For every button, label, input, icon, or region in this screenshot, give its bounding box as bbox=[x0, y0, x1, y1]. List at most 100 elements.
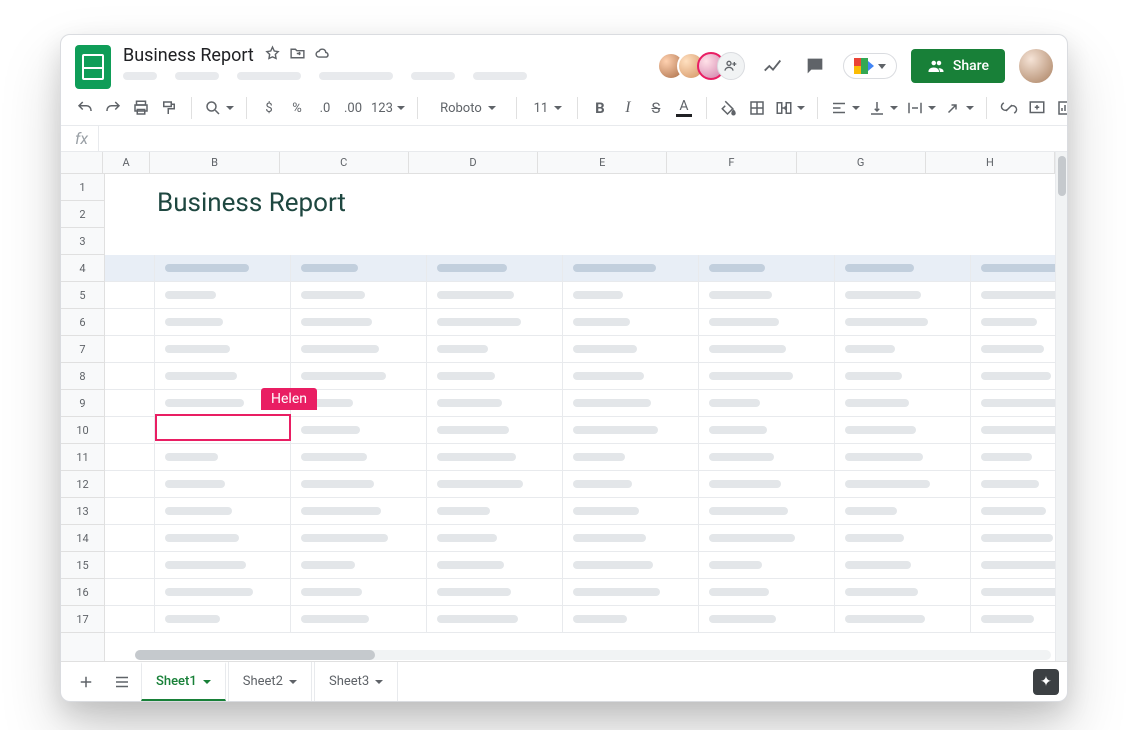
cell[interactable] bbox=[835, 282, 971, 308]
all-sheets-button[interactable] bbox=[105, 665, 139, 699]
cell[interactable] bbox=[105, 201, 155, 227]
cell[interactable] bbox=[291, 336, 427, 362]
cell[interactable] bbox=[291, 606, 427, 632]
cell[interactable] bbox=[563, 579, 699, 605]
cell[interactable] bbox=[699, 579, 835, 605]
cell[interactable] bbox=[427, 363, 563, 389]
text-wrap-dropdown[interactable] bbox=[904, 95, 938, 121]
cell[interactable] bbox=[155, 255, 291, 281]
cell[interactable] bbox=[105, 471, 155, 497]
cell[interactable] bbox=[699, 309, 835, 335]
cell[interactable] bbox=[563, 309, 699, 335]
meet-button[interactable] bbox=[843, 53, 897, 79]
cell[interactable] bbox=[971, 363, 1055, 389]
cell[interactable] bbox=[427, 444, 563, 470]
cell[interactable] bbox=[155, 309, 291, 335]
move-folder-icon[interactable] bbox=[289, 45, 306, 66]
cell[interactable] bbox=[971, 444, 1055, 470]
cell[interactable] bbox=[835, 498, 971, 524]
cell[interactable] bbox=[971, 336, 1055, 362]
cell[interactable] bbox=[699, 255, 835, 281]
font-family-dropdown[interactable]: Roboto bbox=[428, 95, 506, 121]
cell[interactable] bbox=[155, 525, 291, 551]
cell[interactable] bbox=[105, 606, 155, 632]
borders-icon[interactable] bbox=[745, 95, 769, 121]
insert-link-icon[interactable] bbox=[997, 95, 1021, 121]
cell[interactable] bbox=[971, 282, 1055, 308]
number-format-dropdown[interactable]: 123 bbox=[369, 95, 407, 121]
cell[interactable] bbox=[105, 282, 155, 308]
cell[interactable] bbox=[971, 417, 1055, 443]
comments-icon[interactable] bbox=[801, 52, 829, 80]
cell[interactable] bbox=[699, 201, 835, 227]
cell[interactable] bbox=[835, 552, 971, 578]
cell[interactable] bbox=[835, 390, 971, 416]
cell[interactable] bbox=[105, 579, 155, 605]
column-header[interactable]: A bbox=[103, 152, 151, 173]
cell[interactable] bbox=[699, 174, 835, 200]
cell[interactable] bbox=[971, 606, 1055, 632]
row-header[interactable]: 13 bbox=[61, 498, 104, 525]
cell[interactable] bbox=[835, 363, 971, 389]
account-avatar[interactable] bbox=[1019, 49, 1053, 83]
cell[interactable] bbox=[971, 255, 1055, 281]
column-header[interactable]: E bbox=[538, 152, 667, 173]
cell[interactable] bbox=[699, 552, 835, 578]
cell[interactable] bbox=[563, 282, 699, 308]
sheet-tab[interactable]: Sheet3 bbox=[314, 662, 398, 701]
vertical-align-dropdown[interactable] bbox=[866, 95, 900, 121]
cell[interactable] bbox=[427, 579, 563, 605]
paint-format-icon[interactable] bbox=[157, 95, 181, 121]
cell[interactable] bbox=[563, 255, 699, 281]
cell[interactable] bbox=[699, 471, 835, 497]
insert-chart-icon[interactable] bbox=[1053, 95, 1067, 121]
avatar-more-icon[interactable] bbox=[717, 52, 745, 80]
cell[interactable] bbox=[155, 174, 291, 200]
horizontal-align-dropdown[interactable] bbox=[828, 95, 862, 121]
horizontal-scrollbar[interactable] bbox=[105, 649, 1055, 661]
cell[interactable] bbox=[105, 363, 155, 389]
cell[interactable] bbox=[699, 390, 835, 416]
cell[interactable] bbox=[835, 309, 971, 335]
cell[interactable] bbox=[105, 444, 155, 470]
column-header[interactable]: C bbox=[280, 152, 409, 173]
chevron-down-icon[interactable] bbox=[289, 680, 297, 684]
cell[interactable] bbox=[155, 579, 291, 605]
redo-icon[interactable] bbox=[101, 95, 125, 121]
row-header[interactable]: 7 bbox=[61, 336, 104, 363]
row-header[interactable]: 4 bbox=[61, 255, 104, 282]
cell[interactable] bbox=[971, 579, 1055, 605]
cell[interactable] bbox=[291, 255, 427, 281]
select-all-corner[interactable] bbox=[61, 152, 103, 173]
cell[interactable] bbox=[563, 606, 699, 632]
version-history-icon[interactable] bbox=[759, 52, 787, 80]
cell[interactable] bbox=[563, 390, 699, 416]
cell[interactable] bbox=[835, 201, 971, 227]
insert-comment-icon[interactable] bbox=[1025, 95, 1049, 121]
cell[interactable] bbox=[155, 201, 291, 227]
cell[interactable] bbox=[563, 363, 699, 389]
sheet-tab[interactable]: Sheet2 bbox=[228, 662, 312, 701]
cell[interactable] bbox=[699, 363, 835, 389]
cell[interactable] bbox=[699, 444, 835, 470]
cell[interactable] bbox=[971, 498, 1055, 524]
cell[interactable] bbox=[291, 417, 427, 443]
cell[interactable] bbox=[835, 255, 971, 281]
cell[interactable] bbox=[291, 228, 427, 254]
fill-color-icon[interactable] bbox=[717, 95, 741, 121]
column-header[interactable]: D bbox=[409, 152, 538, 173]
merge-cells-dropdown[interactable] bbox=[773, 95, 807, 121]
cloud-status-icon[interactable] bbox=[314, 45, 331, 66]
cell[interactable] bbox=[155, 444, 291, 470]
cell[interactable] bbox=[155, 471, 291, 497]
undo-icon[interactable] bbox=[73, 95, 97, 121]
cell[interactable] bbox=[291, 498, 427, 524]
zoom-dropdown[interactable] bbox=[202, 95, 236, 121]
cell[interactable] bbox=[427, 498, 563, 524]
cell[interactable] bbox=[835, 606, 971, 632]
cell[interactable] bbox=[835, 579, 971, 605]
italic-icon[interactable]: I bbox=[616, 95, 640, 121]
cell[interactable] bbox=[835, 525, 971, 551]
text-rotation-dropdown[interactable] bbox=[942, 95, 976, 121]
cell[interactable] bbox=[563, 552, 699, 578]
